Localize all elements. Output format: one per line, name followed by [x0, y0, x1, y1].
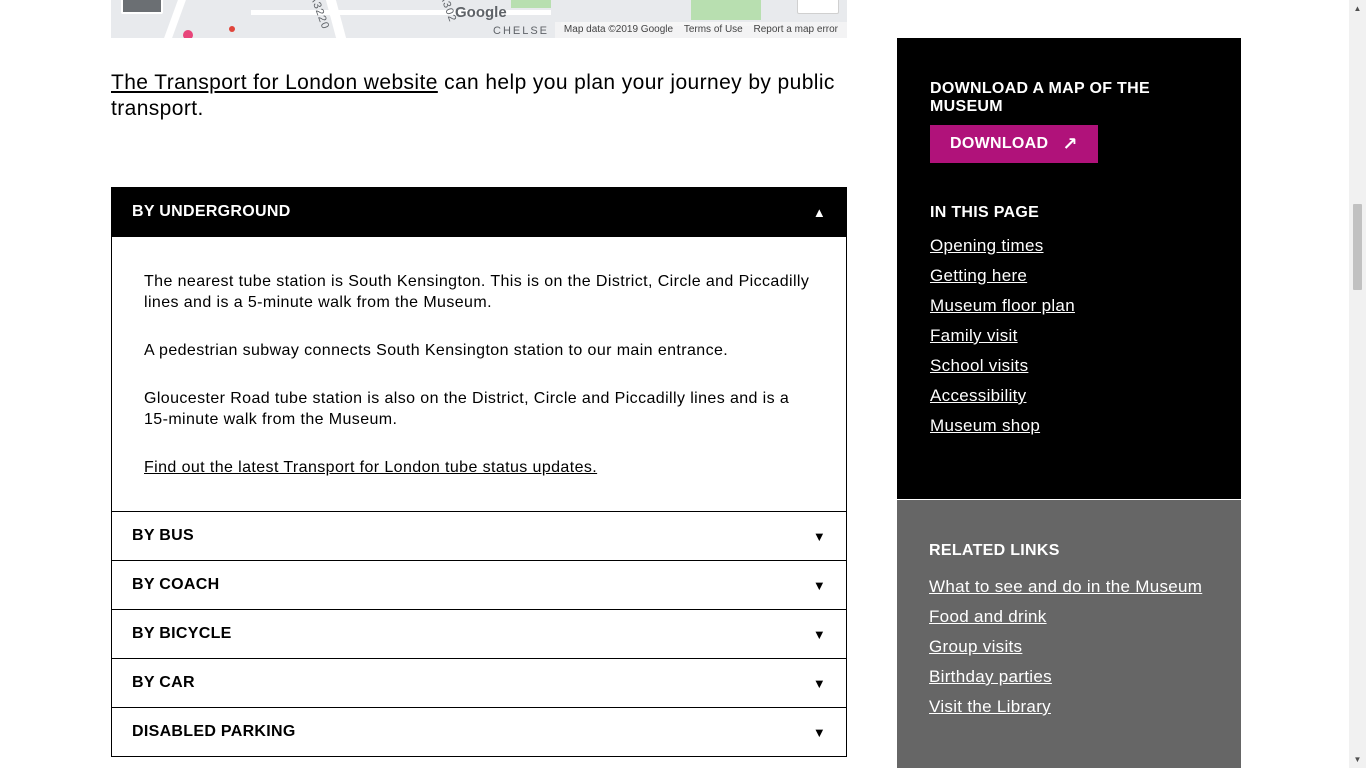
download-button-label: DOWNLOAD [950, 135, 1049, 152]
related-link-birthday-parties[interactable]: Birthday parties [929, 667, 1052, 686]
external-arrow-icon: ↗ [1062, 133, 1078, 154]
related-link-group-visits[interactable]: Group visits [929, 637, 1022, 656]
in-page-link-opening-times[interactable]: Opening times [930, 236, 1044, 255]
in-page-link-museum-shop[interactable]: Museum shop [930, 416, 1040, 435]
scroll-down-arrow-icon[interactable]: ▼ [1349, 751, 1366, 768]
map-zoom-control[interactable] [797, 0, 839, 14]
underground-paragraph: A pedestrian subway connects South Kensi… [144, 342, 729, 359]
map-road [325, 0, 347, 38]
in-page-link-school-visits[interactable]: School visits [930, 356, 1028, 375]
accordion-header-underground[interactable]: BY UNDERGROUND ▲ [111, 187, 847, 237]
expand-triangle-icon: ▼ [812, 724, 826, 740]
map-satellite-toggle[interactable] [121, 0, 163, 14]
map-station-icon [229, 26, 235, 32]
accordion-header-bus[interactable]: BY BUS ▼ [111, 511, 847, 560]
related-link-what-to-see[interactable]: What to see and do in the Museum [929, 577, 1202, 596]
page-scrollbar[interactable]: ▲ ▼ [1349, 0, 1366, 768]
terms-of-use-link[interactable]: Terms of Use [684, 24, 743, 35]
collapse-triangle-icon: ▲ [812, 204, 826, 220]
transport-accordion: BY UNDERGROUND ▲ The nearest tube statio… [111, 187, 847, 757]
accordion-body-underground: The nearest tube station is South Kensin… [111, 237, 847, 511]
related-links: What to see and do in the Museum Food an… [929, 577, 1209, 727]
scroll-up-arrow-icon[interactable]: ▲ [1349, 0, 1366, 17]
download-heading: DOWNLOAD A MAP OF THE MUSEUM [930, 80, 1150, 115]
accordion-header-coach[interactable]: BY COACH ▼ [111, 560, 847, 609]
in-page-link-floor-plan[interactable]: Museum floor plan [930, 296, 1075, 315]
tfl-website-link[interactable]: The Transport for London website [111, 71, 438, 94]
map-attribution: Map data ©2019 Google Terms of Use Repor… [554, 22, 847, 38]
intro-text: The Transport for London website can hel… [111, 70, 851, 122]
scrollbar-thumb[interactable] [1353, 204, 1362, 290]
download-button[interactable]: DOWNLOAD ↗ [930, 125, 1098, 163]
sidebar-download-panel: DOWNLOAD A MAP OF THE MUSEUM DOWNLOAD ↗ … [897, 38, 1241, 499]
underground-paragraph: Gloucester Road tube station is also on … [144, 390, 790, 428]
in-page-link-accessibility[interactable]: Accessibility [930, 386, 1026, 405]
accordion-title: BY BICYCLE [132, 625, 232, 642]
report-map-error-link[interactable]: Report a map error [754, 24, 838, 35]
tube-status-link[interactable]: Find out the latest Transport for London… [144, 459, 597, 476]
accordion-header-car[interactable]: BY CAR ▼ [111, 658, 847, 707]
accordion-header-bicycle[interactable]: BY BICYCLE ▼ [111, 609, 847, 658]
sidebar-related-panel: RELATED LINKS What to see and do in the … [897, 500, 1241, 768]
map-park [691, 0, 761, 20]
accordion-title: BY UNDERGROUND [132, 203, 291, 220]
in-page-link-getting-here[interactable]: Getting here [930, 266, 1027, 285]
map-pin-icon [183, 30, 193, 38]
map-park [511, 0, 551, 8]
in-page-link-family-visit[interactable]: Family visit [930, 326, 1018, 345]
accordion-header-disabled-parking[interactable]: DISABLED PARKING ▼ [111, 707, 847, 757]
google-logo: Google [455, 4, 507, 21]
expand-triangle-icon: ▼ [812, 626, 826, 642]
expand-triangle-icon: ▼ [812, 675, 826, 691]
map-data-credit: Map data ©2019 Google [563, 24, 674, 35]
underground-paragraph: The nearest tube station is South Kensin… [144, 273, 810, 311]
accordion-title: DISABLED PARKING [132, 723, 296, 740]
accordion-title: BY COACH [132, 576, 220, 593]
map-area-label: CHELSE [493, 25, 550, 37]
accordion-title: BY BUS [132, 527, 194, 544]
expand-triangle-icon: ▼ [812, 577, 826, 593]
map-embed[interactable]: A3220 A302 Google CHELSE Map data ©2019 … [111, 0, 847, 38]
related-link-food-drink[interactable]: Food and drink [929, 607, 1047, 626]
in-this-page-links: Opening times Getting here Museum floor … [930, 236, 1208, 446]
expand-triangle-icon: ▼ [812, 528, 826, 544]
related-link-library[interactable]: Visit the Library [929, 697, 1051, 716]
related-links-heading: RELATED LINKS [929, 542, 1060, 559]
accordion-title: BY CAR [132, 674, 195, 691]
in-this-page-heading: IN THIS PAGE [930, 204, 1040, 221]
